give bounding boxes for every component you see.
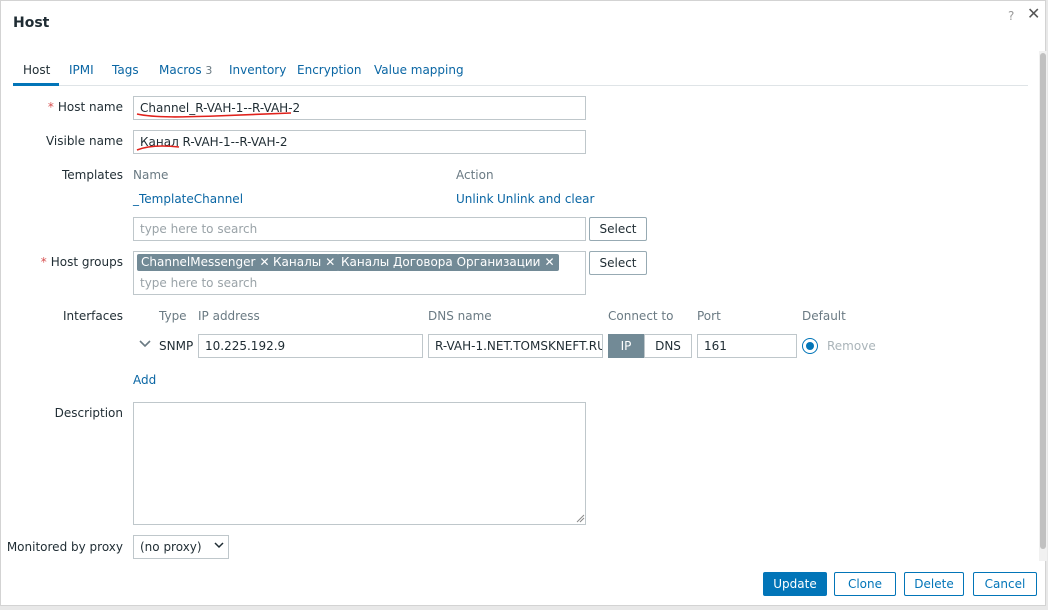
host-name-input[interactable]: Channel_R-VAH-1--R-VAH-2 [133, 96, 586, 120]
templates-label: Templates [61, 168, 123, 182]
tab-macros[interactable]: Macros 3 [159, 63, 212, 77]
dialog-title: Host [13, 15, 50, 31]
help-icon[interactable]: ? [1008, 9, 1014, 23]
host-groups-label-text: Host groups [50, 255, 123, 269]
description-label: Description [54, 406, 123, 420]
group-chip-label: Каналы Договора Организации [341, 255, 541, 269]
connect-dns-toggle[interactable]: DNS [644, 334, 692, 358]
add-interface-link[interactable]: Add [133, 373, 156, 387]
host-dialog: Host ? ✕ Host IPMI Tags Macros 3 Invento… [0, 0, 1047, 606]
cancel-button[interactable]: Cancel [973, 572, 1037, 596]
required-marker: * [40, 255, 47, 269]
templates-col-name: Name [133, 168, 169, 182]
tab-encryption[interactable]: Encryption [297, 63, 361, 77]
interfaces-col-connect: Connect to [608, 309, 674, 323]
group-chip: Каналы ✕ [269, 254, 340, 271]
proxy-select[interactable]: (no proxy) [133, 535, 229, 559]
remove-chip-icon[interactable]: ✕ [544, 255, 554, 269]
host-groups-label: * Host groups [3, 255, 123, 269]
templates-select-button[interactable]: Select [589, 217, 647, 241]
required-marker: * [47, 100, 54, 114]
interface-dns-input[interactable]: R-VAH-1.NET.TOMSKNEFT.RU [428, 334, 603, 358]
tab-macros-label: Macros [159, 63, 202, 77]
host-groups-select-button[interactable]: Select [589, 251, 647, 275]
scrollbar-thumb[interactable] [1040, 53, 1046, 549]
templates-col-action: Action [456, 168, 494, 182]
interface-ip-input[interactable]: 10.225.192.9 [198, 334, 423, 358]
delete-button[interactable]: Delete [904, 572, 964, 596]
description-textarea[interactable] [133, 402, 586, 525]
active-tab-indicator [13, 83, 59, 86]
group-chip: ChannelMessenger ✕ [137, 254, 274, 271]
interfaces-col-dns: DNS name [428, 309, 492, 323]
chevron-down-icon[interactable] [138, 336, 152, 354]
interfaces-col-ip: IP address [198, 309, 260, 323]
group-chip-label: ChannelMessenger [141, 255, 256, 269]
interfaces-col-type: Type [159, 309, 187, 323]
templates-search-placeholder: type here to search [140, 222, 258, 236]
tab-value-mapping[interactable]: Value mapping [374, 63, 464, 77]
group-chip: Каналы Договора Организации ✕ [337, 254, 559, 271]
tab-host[interactable]: Host [23, 63, 50, 77]
unlink-link[interactable]: Unlink [456, 192, 494, 206]
tab-macros-count: 3 [205, 64, 213, 77]
interfaces-label: Interfaces [63, 309, 123, 323]
remove-chip-icon[interactable]: ✕ [259, 255, 269, 269]
visible-name-label: Visible name [45, 134, 123, 148]
update-button[interactable]: Update [763, 572, 827, 596]
chevron-down-icon [214, 540, 224, 553]
interface-type: SNMP [159, 339, 194, 353]
host-name-label-text: Host name [57, 100, 123, 114]
clone-button[interactable]: Clone [834, 572, 896, 596]
interface-port-input[interactable]: 161 [697, 334, 797, 358]
tab-ipmi[interactable]: IPMI [69, 63, 94, 77]
proxy-label: Monitored by proxy [6, 540, 123, 554]
remove-chip-icon[interactable]: ✕ [325, 255, 335, 269]
resize-handle-icon[interactable] [576, 514, 585, 523]
group-chip-label: Каналы [273, 255, 322, 269]
interfaces-col-port: Port [697, 309, 721, 323]
unlink-and-clear-link[interactable]: Unlink and clear [497, 192, 594, 206]
templates-search-input[interactable]: type here to search [133, 217, 586, 241]
tab-bar: Host IPMI Tags Macros 3 Inventory Encryp… [13, 57, 1028, 86]
connect-ip-toggle[interactable]: IP [608, 334, 644, 358]
visible-name-input[interactable]: Канал R-VAH-1--R-VAH-2 [133, 130, 586, 154]
tab-inventory[interactable]: Inventory [229, 63, 286, 77]
proxy-select-value: (no proxy) [140, 540, 202, 554]
host-groups-search-placeholder: type here to search [140, 276, 258, 290]
tab-tags[interactable]: Tags [112, 63, 139, 77]
host-name-label: * Host name [3, 100, 123, 114]
interfaces-col-default: Default [802, 309, 846, 323]
remove-interface-link[interactable]: Remove [827, 339, 876, 353]
close-icon[interactable]: ✕ [1027, 6, 1040, 22]
default-interface-radio[interactable] [802, 338, 818, 354]
template-link[interactable]: _TemplateChannel [133, 192, 243, 206]
